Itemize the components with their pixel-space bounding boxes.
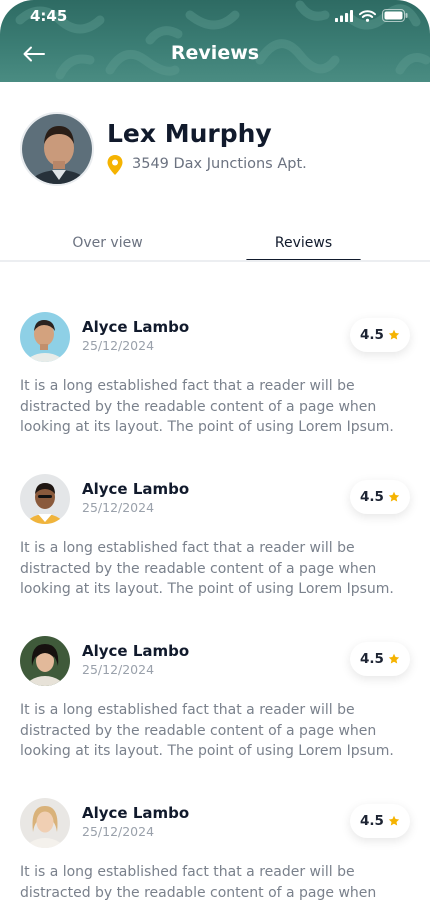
app-screen: 4:45 Reviews Lex Murphy 3549 Dax Junctio… [0,0,430,900]
signal-icon [335,9,353,22]
reviewer-photo [20,474,70,524]
wifi-icon [359,9,376,22]
tab-divider [0,260,430,262]
review-item: Alyce Lambo 25/12/2024 4.5 It is a long … [20,636,410,776]
reviewer-name: Alyce Lambo [82,642,190,660]
profile-photo [22,114,92,184]
review-text: It is a long established fact that a rea… [20,702,394,759]
rating-value: 4.5 [360,327,384,343]
reviewer-name: Alyce Lambo [82,480,190,498]
rating-badge: 4.5 [350,480,410,514]
review-date: 25/12/2024 [82,824,155,839]
rating-badge: 4.5 [350,804,410,838]
reviewer-avatar[interactable] [20,474,70,524]
tab-bar: Over view Reviews [0,226,430,262]
rating-badge: 4.5 [350,642,410,676]
review-text: It is a long established fact that a rea… [20,540,394,597]
star-icon [388,815,400,826]
review-date: 25/12/2024 [82,338,155,353]
review-item: Alyce Lambo 25/12/2024 4.5 It is a long … [20,312,410,452]
star-icon [388,329,400,340]
rating-badge: 4.5 [350,318,410,352]
tab-reviews-label: Reviews [274,235,333,251]
reviewer-avatar[interactable] [20,798,70,848]
rating-value: 4.5 [360,489,384,505]
profile-summary: Lex Murphy 3549 Dax Junctions Apt. [20,112,410,188]
reviewer-name: Alyce Lambo [82,318,190,336]
review-date: 25/12/2024 [82,662,155,677]
review-text: It is a long established fact that a rea… [20,864,377,900]
reviewer-avatar[interactable] [20,312,70,362]
status-icons [335,9,408,22]
review-item: Alyce Lambo 25/12/2024 4.5 It is a long … [20,798,410,900]
star-icon [388,653,400,664]
reviewer-photo [20,636,70,686]
profile-avatar[interactable] [20,112,94,186]
page-title: Reviews [170,42,260,64]
reviewer-name: Alyce Lambo [82,804,190,822]
reviewer-photo [20,798,70,848]
review-item: Alyce Lambo 25/12/2024 4.5 It is a long … [20,474,410,614]
tab-overview[interactable]: Over view [50,226,165,260]
review-text: It is a long established fact that a rea… [20,378,394,435]
battery-icon [382,9,408,22]
star-icon [388,491,400,502]
reviewer-avatar[interactable] [20,636,70,686]
review-date: 25/12/2024 [82,500,155,515]
status-time: 4:45 [30,7,68,25]
tab-reviews[interactable]: Reviews [246,226,361,262]
map-pin-icon [107,155,123,175]
rating-value: 4.5 [360,813,384,829]
profile-address: 3549 Dax Junctions Apt. [132,156,307,172]
profile-name: Lex Murphy [107,119,272,148]
reviewer-photo [20,312,70,362]
header-bar: 4:45 Reviews [0,0,430,82]
rating-value: 4.5 [360,651,384,667]
